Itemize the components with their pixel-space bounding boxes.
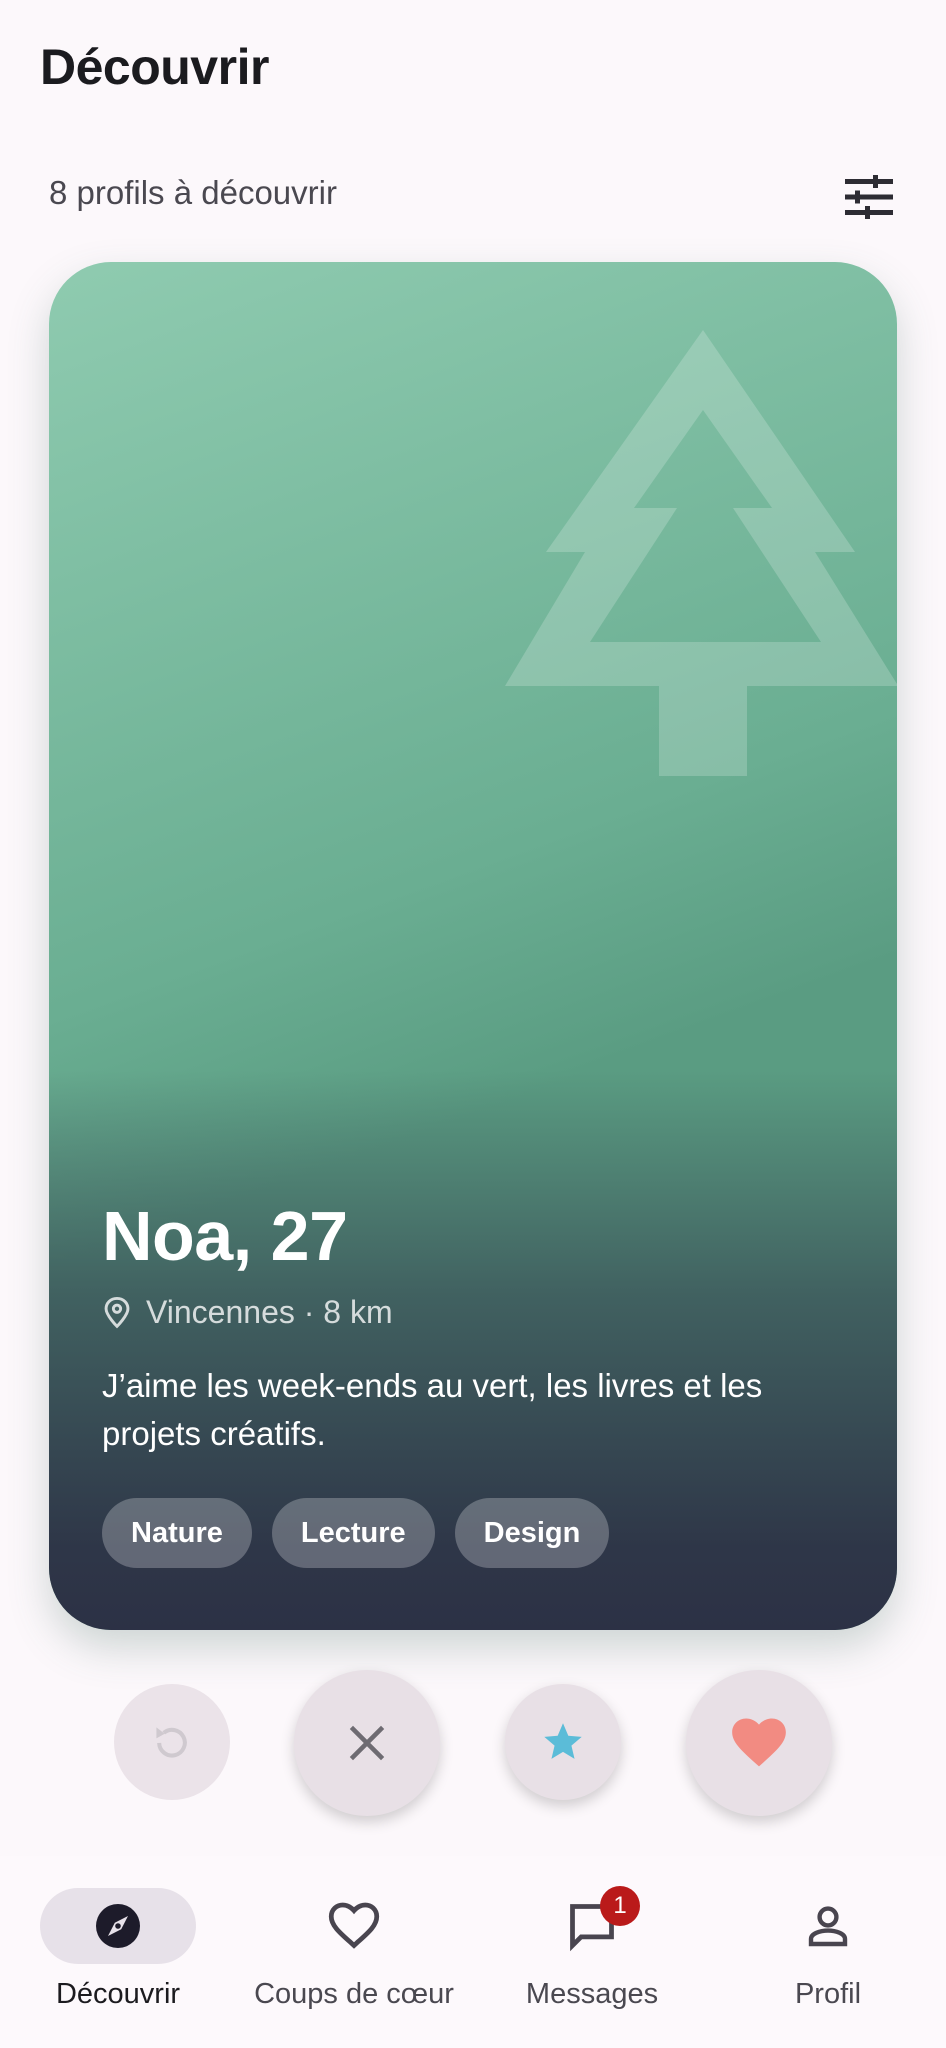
bottom-navigation: Découvrir Coups de cœur 1 Messages Profi…: [0, 1856, 946, 2048]
like-button[interactable]: [686, 1670, 832, 1816]
interest-tag: Design: [454, 1498, 610, 1568]
super-like-button[interactable]: [505, 1684, 621, 1800]
interest-tag: Nature: [102, 1498, 252, 1568]
page-title: Découvrir: [40, 39, 269, 95]
location-text: Vincennes · 8 km: [146, 1294, 393, 1330]
nav-label: Coups de cœur: [254, 1978, 454, 2010]
unread-badge: 1: [600, 1886, 640, 1926]
nav-label: Découvrir: [55, 1978, 181, 2010]
nav-item-favorites[interactable]: Coups de cœur: [244, 1856, 464, 2048]
nav-item-messages[interactable]: 1 Messages: [512, 1856, 672, 2048]
discover-screen: Découvrir 8 profils à découvrir Noa, 27 …: [0, 0, 946, 2048]
undo-icon: [156, 1727, 187, 1758]
profile-count-label: 8 profils à découvrir: [49, 174, 337, 211]
location-pin-icon: [104, 1296, 130, 1328]
nav-item-profile[interactable]: Profil: [750, 1856, 906, 2048]
nav-icon-container: [750, 1888, 906, 1964]
undo-button[interactable]: [114, 1684, 230, 1800]
interest-tags: Nature Lecture Design: [102, 1498, 610, 1568]
nav-label: Messages: [525, 1978, 659, 2010]
pass-button[interactable]: [294, 1670, 440, 1816]
nav-label: Profil: [794, 1978, 862, 2010]
nav-icon-container: 1: [514, 1886, 670, 1964]
tune-icon: [845, 175, 893, 219]
interest-tag: Lecture: [271, 1498, 435, 1568]
profile-card[interactable]: Noa, 27 Vincennes · 8 km J’aime les week…: [49, 262, 897, 1630]
filter-button[interactable]: [838, 166, 900, 228]
profile-bio: J’aime les week-ends au vert, les livres…: [102, 1367, 763, 1452]
heart-outline-icon: [328, 1902, 380, 1949]
profile-name-age: Noa, 27: [102, 1197, 348, 1275]
close-icon: [349, 1725, 385, 1761]
star-icon: [544, 1723, 582, 1759]
nav-item-discover[interactable]: Découvrir: [40, 1856, 196, 2048]
person-icon: [808, 1906, 848, 1947]
nav-icon-container: [276, 1888, 432, 1964]
compass-icon: [96, 1904, 140, 1948]
nav-active-indicator: [40, 1888, 196, 1964]
heart-icon: [732, 1718, 786, 1767]
profile-location: Vincennes · 8 km: [102, 1294, 393, 1331]
